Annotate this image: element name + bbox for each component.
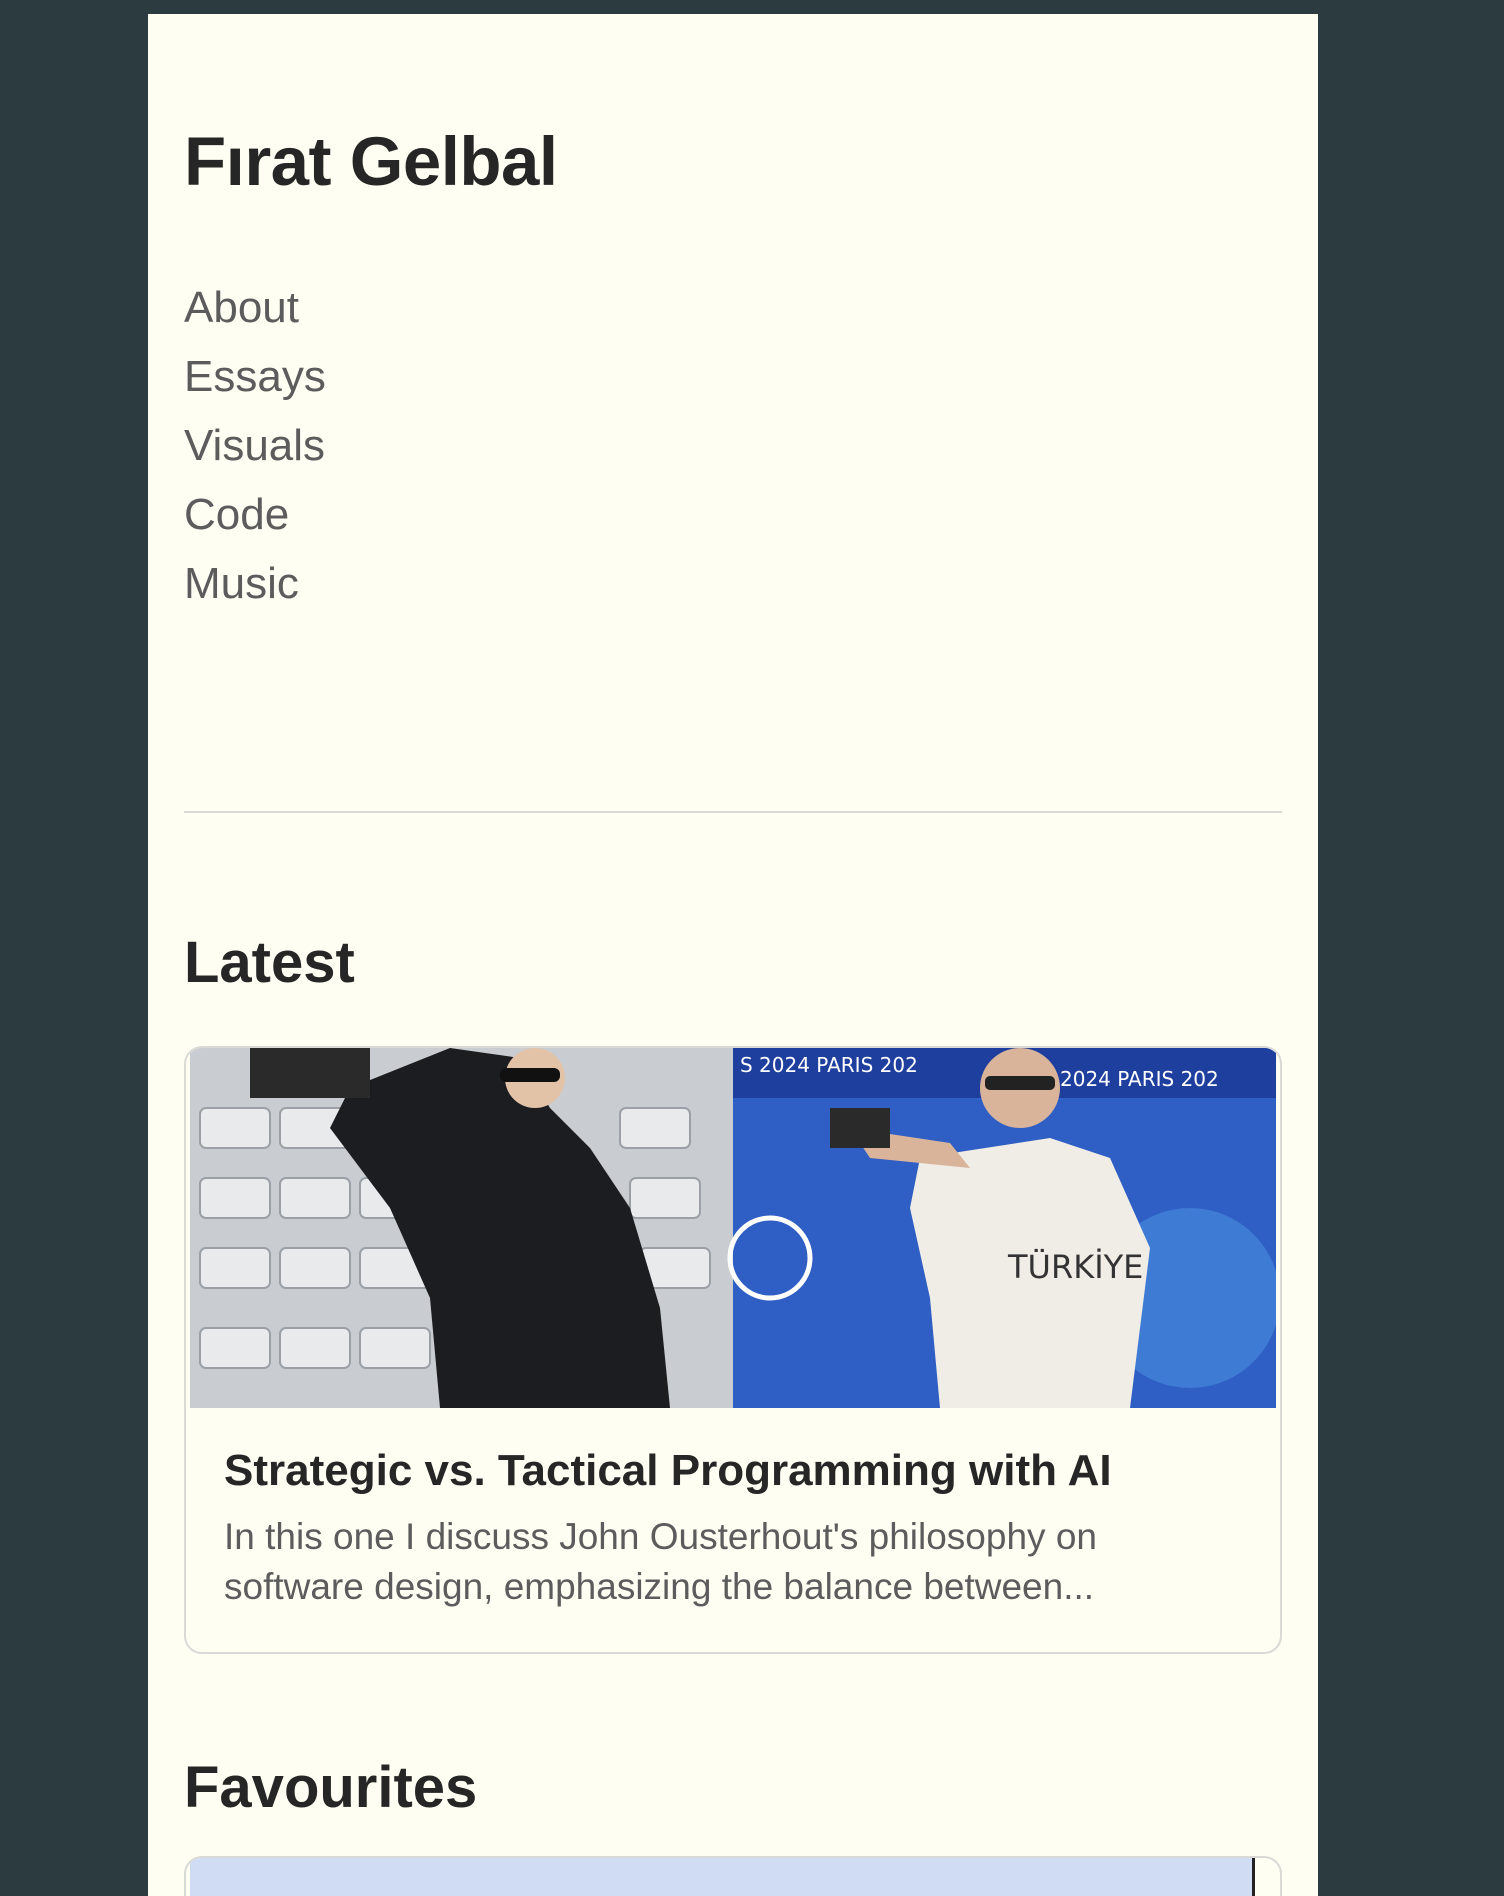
latest-post-card[interactable]: S 2024 PARIS 202 2024 PARIS 202 TÜRKİYE … [184, 1046, 1282, 1654]
nav-link-music[interactable]: Music [184, 559, 299, 608]
site-title[interactable]: Fırat Gelbal [184, 122, 558, 201]
nav-link-visuals[interactable]: Visuals [184, 421, 325, 470]
left-athlete-pistol [250, 1048, 370, 1098]
shirt-text: TÜRKİYE [1007, 1248, 1143, 1286]
nav-link-essays[interactable]: Essays [184, 352, 326, 401]
favourite-post-card[interactable] [184, 1856, 1282, 1896]
thumbnail-image: S 2024 PARIS 202 2024 PARIS 202 TÜRKİYE [190, 1048, 1276, 1408]
post-thumbnail[interactable]: S 2024 PARIS 202 2024 PARIS 202 TÜRKİYE [190, 1048, 1276, 1408]
left-athlete-glasses [500, 1068, 560, 1082]
section-divider [184, 811, 1282, 813]
post-excerpt: In this one I discuss John Ousterhout's … [224, 1516, 1097, 1607]
favourites-heading: Favourites [184, 1755, 478, 1820]
nav-item-music[interactable]: Music [184, 538, 326, 629]
latest-heading: Latest [184, 930, 355, 995]
nav-link-about[interactable]: About [184, 283, 299, 332]
banner-text-left: S 2024 PARIS 202 [740, 1053, 918, 1077]
nav-link-code[interactable]: Code [184, 490, 289, 539]
main-nav: About Essays Visuals Code Music [184, 262, 326, 629]
page-container: Fırat Gelbal About Essays Visuals Code M… [148, 14, 1318, 1896]
post-title[interactable]: Strategic vs. Tactical Programming with … [224, 1446, 1112, 1496]
right-athlete-pistol [830, 1108, 890, 1148]
right-athlete-glasses [985, 1076, 1055, 1090]
favourite-thumbnail[interactable] [190, 1858, 1255, 1896]
banner-text-right: 2024 PARIS 202 [1060, 1067, 1219, 1091]
